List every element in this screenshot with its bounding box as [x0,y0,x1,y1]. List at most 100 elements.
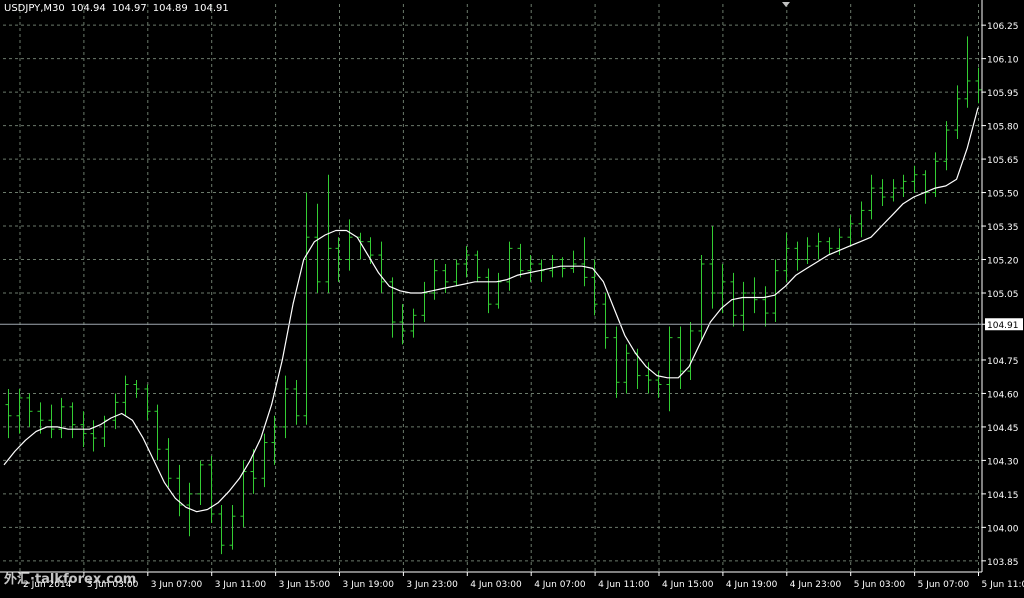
y-tick-label-15: 104.00 [987,524,1019,534]
y-tick-label-14: 104.15 [987,491,1019,501]
ohlc-bar-85 [912,166,918,193]
ohlc-bar-32 [347,219,353,270]
ohlc-bar-84 [901,175,907,197]
ohlc-bar-25 [272,416,278,465]
shift-marker-icon[interactable] [782,2,790,7]
ohlc-bar-47 [507,242,513,291]
ohlc-bar-62 [667,326,673,411]
ohlc-bar-58 [624,344,630,393]
y-tick-label-4: 105.65 [987,156,1019,166]
close-value: 104.91 [194,3,229,14]
ohlc-bar-83 [891,179,897,201]
grid-layer [3,4,982,572]
ohlc-bar-48 [518,244,524,277]
ohlc-bar-66 [710,226,716,309]
y-tick-label-8: 105.05 [987,290,1019,300]
ohlc-bar-65 [699,255,705,340]
open-value: 104.94 [71,3,106,14]
ohlc-bar-51 [550,255,556,277]
ohlc-bar-28 [304,193,310,425]
ohlc-bar-59 [635,349,641,389]
watermark-logo: 外汇·talkforex.com [4,568,136,587]
ohlc-bar-6 [70,402,76,438]
chart-header: USDJPY,M30 104.94 104.97 104.89 104.91 [4,3,235,14]
moving-average-line [4,108,978,512]
y-tick-label-11: 104.60 [987,390,1019,400]
ohlc-bar-5 [59,398,65,438]
high-value: 104.97 [112,3,147,14]
ohlc-bar-54 [582,237,588,286]
ohlc-bar-21 [230,505,236,550]
y-tick-label-13: 104.30 [987,457,1019,467]
ohlc-bar-19 [209,456,215,523]
x-tick-label-14: 5 Jun 07:00 [918,580,970,590]
ohlc-bar-14 [155,405,161,461]
ohlc-bar-8 [91,420,97,451]
ohlc-bar-39 [422,282,428,322]
ohlc-bar-63 [678,326,684,388]
x-tick-label-8: 4 Jun 07:00 [534,580,586,590]
ohlc-bar-90 [965,36,971,107]
moving-average-layer [4,108,978,512]
price-chart[interactable]: 106.25 106.10 105.95 105.80 105.65 105.50 105.… [0,0,1024,594]
ohlc-bar-4 [49,405,55,438]
x-tick-label-3: 3 Jun 11:00 [215,580,267,590]
y-tick-label-6: 105.35 [987,223,1019,233]
ohlc-bar-76 [816,233,822,260]
ohlc-bar-91 [976,68,982,104]
ohlc-bar-86 [923,170,929,203]
ohlc-bar-88 [944,121,950,170]
ohlc-bar-29 [315,204,321,293]
ohlc-bar-31 [336,237,342,282]
y-tick-label-10: 104.75 [987,357,1019,367]
ohlc-bar-16 [177,465,183,516]
ohlc-bar-52 [560,257,566,277]
x-tick-label-11: 4 Jun 19:00 [726,580,778,590]
x-tick-label-6: 3 Jun 23:00 [406,580,458,590]
ohlc-bar-13 [145,385,151,421]
x-tick-label-4: 3 Jun 15:00 [279,580,331,590]
ohlc-bar-56 [603,293,609,349]
ohlc-bar-11 [123,376,129,416]
y-tick-label-7: 105.20 [987,257,1019,267]
ohlc-bar-72 [773,260,779,322]
y-tick-label-2: 105.95 [987,89,1019,99]
ohlc-bar-77 [827,237,833,255]
y-tick-label-3: 105.80 [987,123,1019,133]
ohlc-bar-43 [464,246,470,277]
y-tick-label-1: 106.10 [987,56,1019,66]
ohlc-bar-20 [219,505,225,554]
y-tick-label-12: 104.45 [987,424,1019,434]
x-tick-label-13: 5 Jun 03:00 [854,580,906,590]
ohlc-bar-45 [486,268,492,313]
y-tick-label-16: 103.85 [987,558,1019,568]
x-tick-label-15: 5 Jun 11:00 [982,580,1024,590]
y-tick-label-0: 106.25 [987,22,1019,32]
ohlc-bar-73 [784,233,790,282]
y-tick-label-5: 105.50 [987,190,1019,200]
ohlc-bar-18 [198,460,204,505]
x-tick-label-9: 4 Jun 11:00 [598,580,650,590]
ohlc-bars [6,36,982,554]
ohlc-bar-12 [134,380,140,398]
symbol-label: USDJPY,M30 [4,3,65,14]
ohlc-bar-81 [869,175,875,220]
ohlc-bar-57 [614,326,620,397]
ohlc-bar-69 [741,282,747,331]
ohlc-bar-0 [6,389,12,438]
current-price-label: 104.91 [987,321,1019,331]
ohlc-bar-42 [454,260,460,287]
x-tick-label-7: 4 Jun 03:00 [470,580,522,590]
ohlc-bar-71 [763,286,769,326]
x-tick-label-5: 3 Jun 19:00 [343,580,395,590]
ohlc-bar-74 [795,242,801,271]
ohlc-bar-70 [752,277,758,313]
axis-layer: 106.25 106.10 105.95 105.80 105.65 105.50 105.… [0,0,1024,590]
ohlc-bar-10 [113,393,119,429]
ohlc-bar-2 [27,393,33,426]
low-value: 104.89 [153,3,188,14]
ohlc-bar-23 [251,449,257,494]
chart-area[interactable]: 106.25 106.10 105.95 105.80 105.65 105.50 105.… [0,0,1024,594]
ohlc-bar-26 [283,376,289,438]
x-tick-label-2: 3 Jun 07:00 [151,580,203,590]
